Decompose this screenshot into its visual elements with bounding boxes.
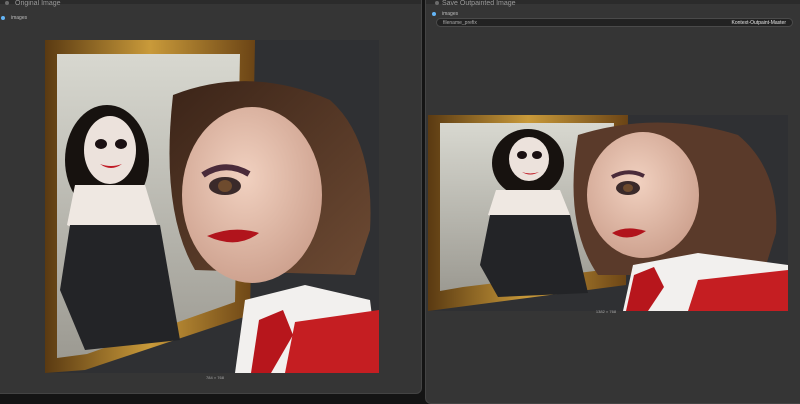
image-dimensions: 784 × 768 [206,375,224,380]
port-dot-icon[interactable] [1,16,5,20]
widget-value[interactable]: Kontext-Outpaint-Master [732,20,786,26]
node-title: Save Outpainted Image [442,0,516,7]
original-image-node[interactable]: Original Image images 784 × 768 [0,0,422,394]
original-image-node-header[interactable]: Original Image [0,0,421,7]
saved-image-preview[interactable] [428,115,788,311]
widget-label: filename_prefix [443,20,477,26]
port-label: images [11,15,28,21]
filename-prefix-widget[interactable]: filename_prefix Kontext-Outpaint-Master [436,18,793,27]
node-title: Original Image [15,0,61,7]
original-image-preview[interactable] [45,40,379,373]
portrait-image [45,40,379,373]
outpainted-portrait-image [428,115,788,311]
port-label: images [442,11,459,17]
output-port-images[interactable]: images [1,15,28,21]
node-status-dot-icon [5,1,9,5]
save-outpainted-image-node[interactable]: Save Outpainted Image images filename_pr… [425,0,800,404]
image-dimensions: 1382 × 768 [595,309,617,314]
port-dot-icon[interactable] [432,12,436,16]
save-node-header[interactable]: Save Outpainted Image [426,0,800,7]
node-status-dot-icon [435,1,439,5]
input-port-images[interactable]: images [432,11,459,17]
